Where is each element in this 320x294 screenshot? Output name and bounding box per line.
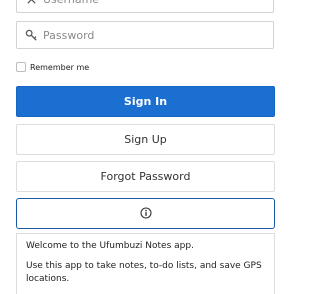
login-page: Remember me Sign In Sign Up Forgot Passw… <box>0 0 294 294</box>
password-field[interactable] <box>16 21 274 49</box>
welcome-text: Welcome to the Ufumbuzi Notes app. <box>26 241 194 251</box>
remember-me-label: Remember me <box>30 62 90 72</box>
username-input[interactable] <box>43 0 263 6</box>
remember-me[interactable]: Remember me <box>16 61 89 73</box>
username-field[interactable] <box>16 0 274 13</box>
password-input[interactable] <box>43 28 263 42</box>
forgot-password-button[interactable]: Forgot Password <box>16 161 275 192</box>
key-icon <box>24 28 38 42</box>
info-button[interactable] <box>16 198 275 229</box>
info-icon <box>139 204 152 223</box>
welcome-description: Use this app to take notes, to-do lists,… <box>26 261 262 284</box>
welcome-panel: Welcome to the Ufumbuzi Notes app. Use t… <box>16 233 275 294</box>
user-icon <box>24 0 38 6</box>
sign-in-button[interactable]: Sign In <box>16 86 275 117</box>
sign-up-button[interactable]: Sign Up <box>16 124 275 155</box>
remember-me-checkbox[interactable] <box>16 62 26 72</box>
